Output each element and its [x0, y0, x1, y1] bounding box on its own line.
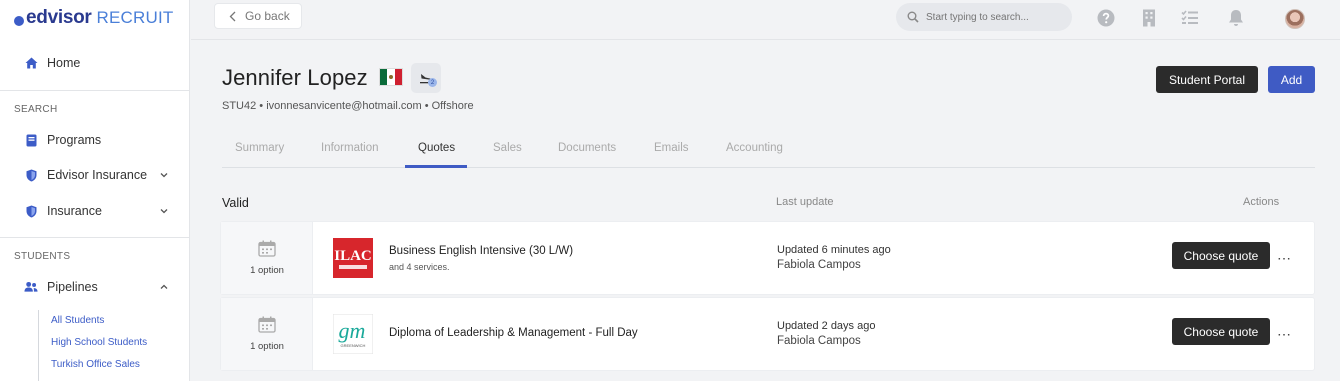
subnav-turkish-office-sales[interactable]: Turkish Office Sales: [51, 359, 140, 370]
subnav-high-school-students[interactable]: High School Students: [51, 337, 147, 348]
tab-quotes[interactable]: Quotes: [418, 142, 455, 154]
sidebar-divider: [0, 90, 190, 91]
tab-documents[interactable]: Documents: [558, 142, 616, 154]
bell-icon[interactable]: [1227, 9, 1245, 27]
sidebar-item-label: Home: [47, 56, 81, 70]
course-title[interactable]: Business English Intensive (30 L/W): [389, 245, 573, 257]
updated-by-agent: Fabiola Campos: [777, 335, 861, 347]
tab-information[interactable]: Information: [321, 142, 379, 154]
logo-product: RECRUIT: [96, 8, 174, 27]
quote-row[interactable]: 1 option gm GREENWICH Diploma of Leaders…: [220, 297, 1315, 371]
services-count: and 4 services.: [389, 262, 450, 272]
logo-dot: [14, 16, 24, 26]
updated-by-agent: Fabiola Campos: [777, 259, 861, 271]
student-portal-button[interactable]: Student Portal: [1156, 66, 1258, 93]
more-options-icon[interactable]: ⋯: [1277, 250, 1291, 267]
sidebar-item-pipelines[interactable]: Pipelines: [0, 272, 190, 302]
student-subline: STU42 • ivonnesanvicente@hotmail.com • O…: [222, 100, 474, 112]
travel-count-badge: 2: [428, 78, 437, 87]
greenwich-school-logo: gm GREENWICH: [333, 314, 373, 354]
calendar-icon: [258, 240, 276, 257]
sidebar: edvisor RECRUIT Home SEARCH Programs Edv…: [0, 0, 190, 381]
sidebar-item-label: Edvisor Insurance: [47, 168, 148, 182]
search-icon: [907, 11, 919, 23]
tab-bar: Summary Information Quotes Sales Documen…: [222, 134, 1315, 168]
search-input[interactable]: [926, 11, 1066, 23]
topbar: Go back: [191, 0, 1340, 40]
mexico-flag-icon: [379, 68, 403, 86]
ilac-school-logo: ILAC: [333, 238, 373, 278]
shield-icon: [24, 204, 38, 218]
section-label-search: SEARCH: [14, 104, 58, 115]
go-back-button[interactable]: Go back: [214, 3, 302, 29]
svg-text:GREENWICH: GREENWICH: [341, 343, 366, 348]
svg-text:ILAC: ILAC: [334, 248, 372, 264]
course-title[interactable]: Diploma of Leadership & Management - Ful…: [389, 327, 638, 339]
column-header-last-update: Last update: [776, 196, 834, 208]
tab-accounting[interactable]: Accounting: [726, 142, 783, 154]
sidebar-item-programs[interactable]: Programs: [0, 125, 190, 155]
user-avatar[interactable]: [1285, 9, 1305, 29]
options-count: 1 option: [250, 265, 284, 276]
last-updated-time: Updated 2 days ago: [777, 320, 876, 332]
active-tab-indicator: [405, 165, 467, 168]
svg-text:gm: gm: [339, 318, 366, 343]
building-icon[interactable]: [1140, 9, 1158, 27]
quote-options-cell[interactable]: 1 option: [221, 298, 313, 370]
logo-brand: edvisor: [26, 7, 92, 28]
quote-row[interactable]: 1 option ILAC Business English Intensive…: [220, 221, 1315, 295]
subnav-all-students[interactable]: All Students: [51, 315, 104, 326]
add-button[interactable]: Add: [1268, 66, 1315, 93]
options-count: 1 option: [250, 341, 284, 352]
sidebar-item-label: Pipelines: [47, 280, 98, 294]
go-back-label: Go back: [245, 9, 290, 23]
chevron-down-icon[interactable]: [158, 205, 170, 217]
tab-summary[interactable]: Summary: [235, 142, 284, 154]
section-title-valid: Valid: [222, 196, 249, 210]
choose-quote-button[interactable]: Choose quote: [1172, 318, 1270, 345]
sidebar-divider: [0, 237, 190, 238]
travel-button[interactable]: [411, 63, 441, 93]
sidebar-item-insurance[interactable]: Insurance: [0, 196, 190, 226]
shield-icon: [24, 168, 38, 182]
tab-sales[interactable]: Sales: [493, 142, 522, 154]
edvisor-logo[interactable]: edvisor RECRUIT: [14, 7, 173, 29]
help-icon[interactable]: [1097, 9, 1115, 27]
section-label-students: STUDENTS: [14, 251, 71, 262]
book-icon: [24, 133, 38, 147]
checklist-icon[interactable]: [1181, 9, 1199, 27]
last-updated-time: Updated 6 minutes ago: [777, 244, 891, 256]
search-bar[interactable]: [896, 3, 1072, 31]
chevron-up-icon[interactable]: [158, 281, 170, 293]
sidebar-item-home[interactable]: Home: [0, 48, 190, 78]
users-icon: [24, 280, 38, 294]
sidebar-item-edvisor-insurance[interactable]: Edvisor Insurance: [0, 160, 190, 190]
home-icon: [24, 56, 38, 70]
column-header-actions: Actions: [1243, 196, 1280, 208]
sidebar-item-label: Programs: [47, 133, 102, 147]
chevron-down-icon[interactable]: [158, 169, 170, 181]
page-title: Jennifer Lopez: [222, 65, 368, 90]
sidebar-item-label: Insurance: [47, 204, 102, 218]
choose-quote-button[interactable]: Choose quote: [1172, 242, 1270, 269]
calendar-icon: [258, 316, 276, 333]
tab-emails[interactable]: Emails: [654, 142, 689, 154]
more-options-icon[interactable]: ⋯: [1277, 326, 1291, 343]
pipelines-subnav: All Students High School Students Turkis…: [38, 310, 190, 381]
chevron-left-icon: [229, 11, 236, 21]
quote-options-cell[interactable]: 1 option: [221, 222, 313, 294]
